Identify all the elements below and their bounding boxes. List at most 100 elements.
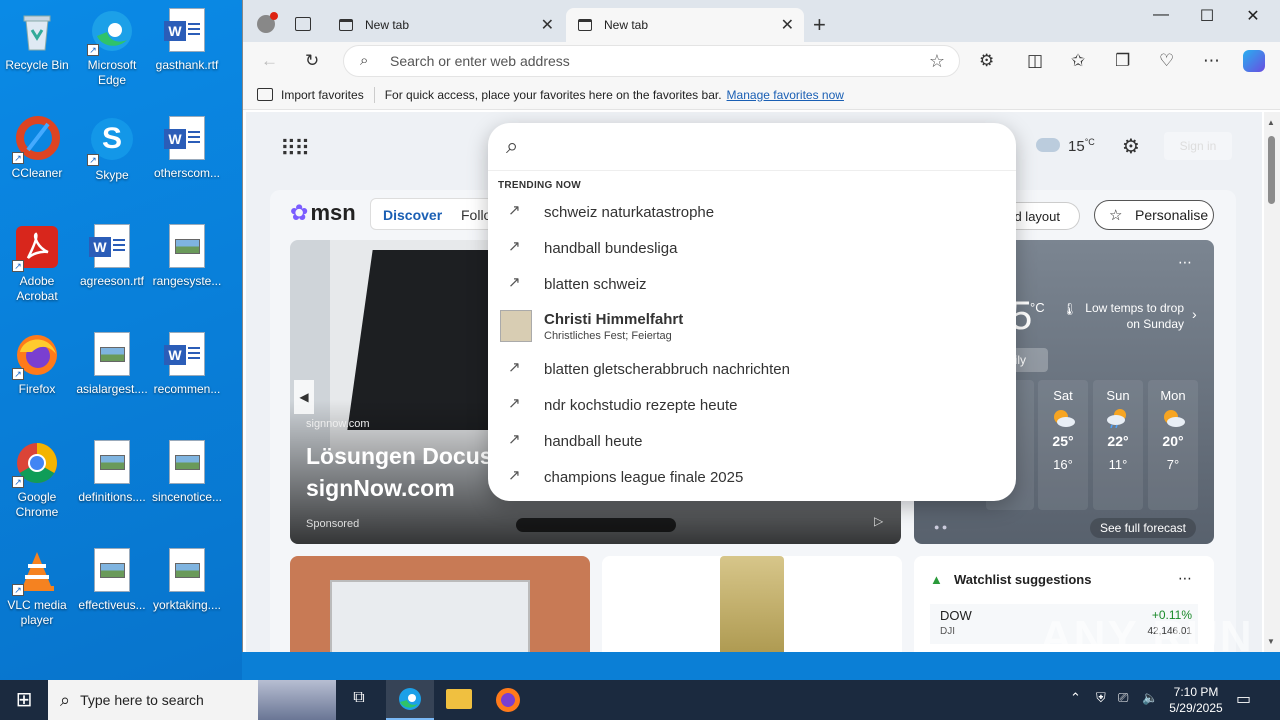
suggestion-item[interactable]: ↗ schweiz naturkatastrophe <box>488 194 1016 230</box>
split-screen-icon[interactable]: ◫ <box>1027 51 1043 71</box>
partly-cloudy-icon <box>1164 410 1185 427</box>
suggestion-item-entity[interactable]: Christi Himmelfahrt Christliches Fest; F… <box>488 304 1016 348</box>
personalise-button[interactable]: ☆ Personalise <box>1094 200 1214 230</box>
firefox-taskbar-icon[interactable] <box>496 688 520 712</box>
edge-shortcut[interactable]: ↗ Microsoft Edge <box>75 8 149 88</box>
msn-logo[interactable]: ✿ msn <box>290 200 356 226</box>
close-tab-icon[interactable]: ✕ <box>781 15 794 35</box>
forecast-day-sat[interactable]: Sat 25° 16° <box>1038 380 1088 510</box>
weather-alert[interactable]: Low temps to drop on Sunday <box>1074 300 1184 332</box>
ccleaner-shortcut[interactable]: ↗ CCleaner <box>0 116 74 181</box>
close-tab-icon[interactable]: ✕ <box>541 15 554 35</box>
favorite-star-icon[interactable]: ☆ <box>929 51 945 72</box>
chevron-right-icon[interactable]: › <box>1192 306 1197 322</box>
more-menu-icon[interactable]: ⋯ <box>1203 51 1220 71</box>
agreeson-file[interactable]: W agreeson.rtf <box>75 224 149 289</box>
word-doc-icon: W <box>164 116 210 162</box>
asialargest-file[interactable]: asialargest.... <box>75 332 149 397</box>
suggestion-item[interactable]: ↗ handball heute <box>488 423 1016 459</box>
newtab-search-input[interactable]: ⌕ <box>488 123 1016 171</box>
address-bar[interactable]: ⌕ Search or enter web address ☆ <box>343 45 960 77</box>
recommen-file[interactable]: W recommen... <box>150 332 224 397</box>
tab-following[interactable]: Follo <box>461 207 491 223</box>
sincenotice-file[interactable]: sincenotice... <box>150 440 224 505</box>
news-card-ac[interactable] <box>290 556 590 652</box>
vlc-shortcut[interactable]: ↗ VLC media player <box>0 548 74 628</box>
trending-arrow-icon: ↗ <box>508 274 521 291</box>
hero-source: signnow.com <box>306 418 370 430</box>
see-full-forecast-button[interactable]: See full forecast <box>1090 518 1196 538</box>
suggestion-item[interactable]: ↗ blatten gletscherabbruch nachrichten <box>488 351 1016 387</box>
taskbar-clock[interactable]: 7:10 PM 5/29/2025 <box>1160 684 1232 716</box>
start-windows-icon[interactable]: ⊞ <box>0 680 48 720</box>
gasthank-file[interactable]: W gasthank.rtf <box>150 8 224 73</box>
ad-choices-icon[interactable]: ▷ <box>874 514 883 528</box>
browser-essentials-icon[interactable]: ♡ <box>1159 51 1174 71</box>
asialargest-label: asialargest.... <box>76 382 148 396</box>
notifications-icon[interactable]: ▭ <box>1236 689 1251 709</box>
extensions-icon[interactable]: ⚙ <box>979 51 994 71</box>
suggestion-item[interactable]: ↗ blatten schweiz <box>488 266 1016 302</box>
file-explorer-icon[interactable] <box>446 689 472 709</box>
new-tab-icon[interactable]: + <box>813 12 826 38</box>
tab-discover[interactable]: Discover <box>383 207 442 223</box>
page-scrollbar[interactable]: ▲ ▼ <box>1264 112 1280 652</box>
volume-icon[interactable]: 🔈 <box>1142 690 1158 706</box>
personalise-icon: ☆ <box>1109 207 1123 224</box>
carousel-prev-icon[interactable]: ◀ <box>294 380 314 414</box>
maximize-icon[interactable]: ☐ <box>1184 6 1230 26</box>
rangesyste-file[interactable]: rangesyste... <box>150 224 224 289</box>
weather-dots[interactable]: ● ● <box>934 522 947 532</box>
taskbar-search-box[interactable]: ⌕ Type here to search <box>48 680 336 720</box>
import-icon <box>257 88 273 101</box>
task-view-icon[interactable]: ⧉ <box>346 689 372 711</box>
copilot-icon[interactable] <box>1243 50 1265 72</box>
manage-favorites-link[interactable]: Manage favorites now <box>727 88 844 102</box>
hero-title[interactable]: Lösungen Docusi signNow.com <box>306 440 499 504</box>
forecast-day-sun[interactable]: Sun 22° 11° <box>1093 380 1143 510</box>
effectiveus-file[interactable]: effectiveus... <box>75 548 149 613</box>
recycle-bin-shortcut[interactable]: Recycle Bin <box>0 8 74 73</box>
minimize-icon[interactable]: — <box>1138 6 1184 24</box>
acrobat-shortcut[interactable]: ↗ Adobe Acrobat <box>0 224 74 304</box>
word-doc-icon: W <box>164 332 210 378</box>
firefox-shortcut[interactable]: ↗ Firefox <box>0 332 74 397</box>
app-launcher-icon[interactable]: ⠿⠿ <box>280 136 310 162</box>
recycle-bin-icon <box>14 8 60 54</box>
tab-new-tab-2[interactable]: New tab ✕ <box>566 8 804 42</box>
scroll-thumb[interactable] <box>1268 136 1275 204</box>
forecast-day-mon[interactable]: Mon 20° 7° <box>1148 380 1198 510</box>
sign-in-button[interactable]: Sign in <box>1164 132 1232 160</box>
image-file-icon <box>164 548 210 594</box>
weather-more-icon[interactable]: ⋯ <box>1178 254 1192 271</box>
profile-icon[interactable] <box>257 12 278 33</box>
edge-label: Microsoft Edge <box>87 58 137 87</box>
carousel-dots[interactable] <box>516 518 676 532</box>
back-icon[interactable]: ← <box>261 51 278 71</box>
watchlist-more-icon[interactable]: ⋯ <box>1178 570 1192 587</box>
skype-shortcut[interactable]: S ↗ Skype <box>75 116 149 183</box>
yorktaking-file[interactable]: yorktaking.... <box>150 548 224 613</box>
taskbar-edge-button[interactable] <box>386 680 434 720</box>
show-hidden-icons[interactable]: ⌃ <box>1070 690 1081 706</box>
scroll-up-icon[interactable]: ▲ <box>1267 118 1275 127</box>
tab-actions-icon[interactable] <box>295 17 311 31</box>
refresh-icon[interactable]: ↻ <box>305 51 319 71</box>
tab-new-tab-1[interactable]: New tab ✕ <box>327 8 564 42</box>
suggestion-item[interactable]: ↗ handball bundesliga <box>488 230 1016 266</box>
security-icon[interactable]: ⛨ <box>1096 690 1106 706</box>
scroll-down-icon[interactable]: ▼ <box>1267 637 1275 646</box>
suggestion-item[interactable]: ↗ ndr kochstudio rezepte heute <box>488 387 1016 423</box>
network-icon[interactable]: ⎚ <box>1118 690 1128 706</box>
collections-icon[interactable]: ❐ <box>1115 51 1130 71</box>
otherscom-file[interactable]: W otherscom... <box>150 116 224 181</box>
news-card-perfume[interactable] <box>602 556 902 652</box>
settings-gear-icon[interactable]: ⚙ <box>1122 134 1140 159</box>
favorites-icon[interactable]: ✩ <box>1071 51 1085 71</box>
close-window-icon[interactable]: ✕ <box>1230 6 1276 26</box>
definitions-file[interactable]: definitions.... <box>75 440 149 505</box>
weather-temp[interactable]: 15°C <box>1068 137 1095 155</box>
suggestion-item[interactable]: ↗ champions league finale 2025 <box>488 459 1016 495</box>
chrome-shortcut[interactable]: ↗ Google Chrome <box>0 440 74 520</box>
import-favorites-button[interactable]: Import favorites <box>281 88 364 102</box>
